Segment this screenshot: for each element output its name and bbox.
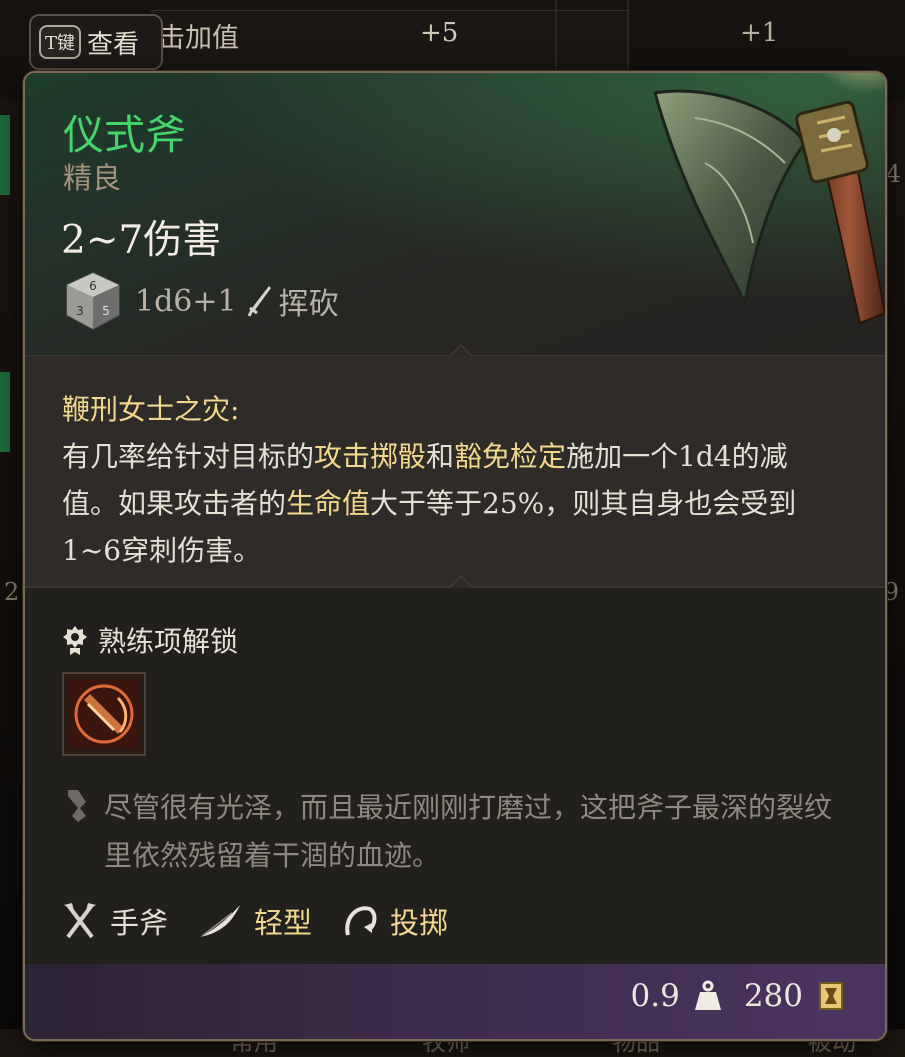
inspect-label: 查看 [87,29,140,60]
cleave-action-tile[interactable] [62,672,146,756]
background-stat-value: +5 [420,18,459,48]
tooltip-footer: 0.9 280 [25,964,885,1039]
svg-text:6: 6 [89,279,97,293]
keyword-saving-throw[interactable]: 豁免检定 [454,440,566,473]
item-rarity: 精良 [63,161,122,195]
flavor-text: 尽管很有光泽，而且最近刚刚打磨过，这把斧子最深的裂纹里依然残留着干涸的血迹。 [104,791,833,872]
cleave-action-icon [70,680,138,748]
background-left-marker [0,372,10,452]
inspect-button[interactable]: T键 查看 [29,14,163,70]
quote-icon [68,790,86,822]
feather-icon [200,905,241,937]
background-edge-number: 2 [4,578,20,606]
item-weight: 0.9 [630,978,680,1014]
passive-text: 和 [426,440,455,473]
gold-coin-icon [819,982,843,1010]
passive-text: 有几率给针对目标的 [62,440,315,473]
weight-icon [694,980,721,1010]
slashing-sword-icon [247,286,271,317]
background-left-marker [0,115,10,195]
property-light[interactable]: 轻型 [198,900,312,942]
lower-section: 熟练项解锁 尽管很有光泽，而且最近刚刚打磨过，这把斧子最深的裂纹里依然残留着干涸… [25,588,885,968]
keybind-badge: T键 [39,25,82,59]
ceremonial-axe-icon [653,73,885,325]
proficiency-badge-icon [63,626,87,655]
proficiency-row: 熟练项解锁 [62,620,238,660]
damage-type: 挥砍 [278,287,339,322]
weapon-properties: 手斧 轻型 投掷 [62,900,464,942]
background-stat-value-2: +1 [740,18,779,48]
property-thrown[interactable]: 投掷 [342,900,448,942]
damage-dice-row: 6 3 5 1d6+1 挥砍 [61,269,339,333]
background-stat-label: 击加值 [158,23,239,54]
property-handaxe[interactable]: 手斧 [62,900,168,942]
background-edge-number: 4 [885,160,901,188]
proficiency-label: 熟练项解锁 [98,625,239,658]
item-price: 280 [743,978,803,1014]
keyword-hit-points[interactable]: 生命值 [286,487,370,520]
crossed-axes-icon [64,903,96,939]
keyword-attack-roll[interactable]: 攻击掷骰 [314,440,426,473]
weight-price-row: 0.9 280 [631,978,845,1014]
dice-formula: 1d6+1 [135,283,237,319]
d6-dice-icon: 6 3 5 [66,271,120,331]
throw-arc-icon [345,906,377,936]
property-label: 轻型 [254,906,313,940]
property-label: 投掷 [390,906,449,940]
item-tooltip: 仪式斧 精良 2~7伤害 6 3 5 1d6+1 挥砍 鞭刑女士之灾: 有几率给… [23,71,887,1041]
svg-text:5: 5 [102,304,110,318]
item-name: 仪式斧 [63,111,186,159]
item-damage: 2~7伤害 [61,218,222,263]
svg-text:3: 3 [76,304,84,318]
flavor-text-block: 尽管很有光泽，而且最近刚刚打磨过，这把斧子最深的裂纹里依然残留着干涸的血迹。 [62,784,862,880]
passive-title: 鞭刑女士之灾: [62,393,240,426]
passive-section: 鞭刑女士之灾: 有几率给针对目标的攻击掷骰和豁免检定施加一个1d4的减值。如果攻… [25,356,885,586]
passive-description: 鞭刑女士之灾: 有几率给针对目标的攻击掷骰和豁免检定施加一个1d4的减值。如果攻… [62,386,802,574]
property-label: 手斧 [110,906,169,940]
background-column-divider [555,0,629,70]
